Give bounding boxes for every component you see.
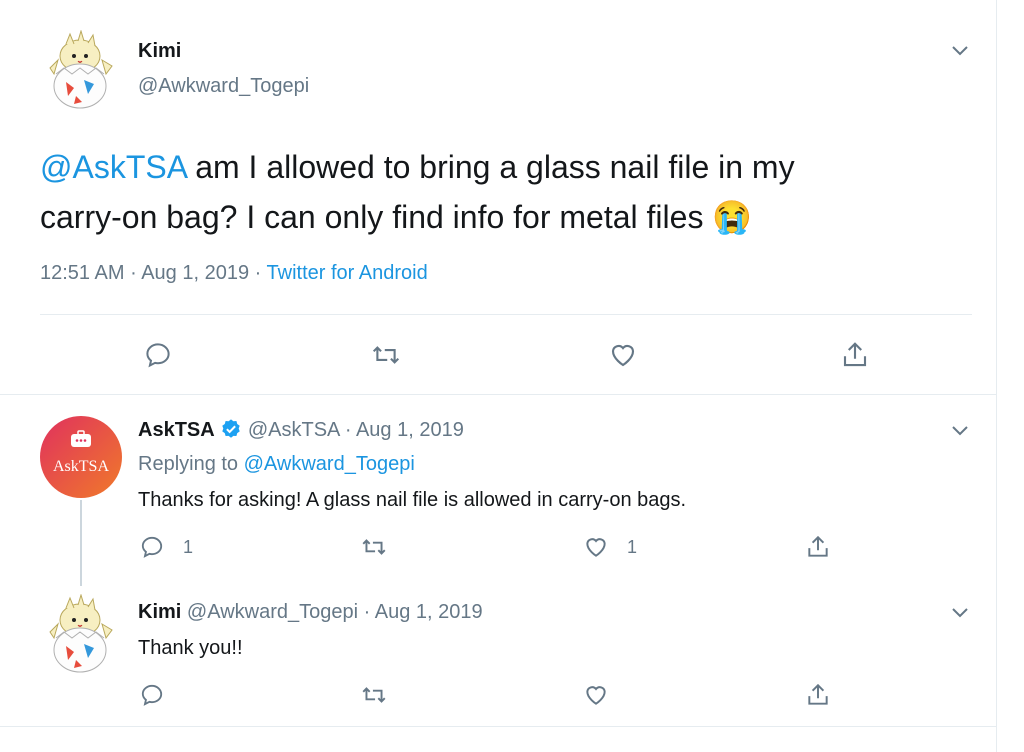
- reply-icon: [146, 343, 170, 368]
- reply2-text: Thank you!!: [138, 637, 243, 659]
- share-icon: [808, 683, 828, 705]
- main-divider: [40, 314, 972, 315]
- reply2-date[interactable]: Aug 1, 2019: [375, 601, 483, 623]
- like-button[interactable]: [608, 340, 638, 370]
- retweet-icon: [362, 539, 386, 555]
- replying-to-link[interactable]: @Awkward_Togepi: [244, 453, 415, 475]
- reply1-display-name[interactable]: AskTSA: [138, 419, 215, 441]
- reply2-reply-button[interactable]: [139, 682, 165, 708]
- retweet-button[interactable]: [370, 340, 402, 370]
- reply1-header: AskTSA @AskTSA · Aug 1, 2019: [138, 419, 464, 441]
- tweet-meta: 12:51 AM · Aug 1, 2019 · Twitter for And…: [40, 262, 428, 284]
- reply2-share-button[interactable]: [805, 682, 831, 708]
- reply1-date[interactable]: Aug 1, 2019: [356, 419, 464, 441]
- reply1-reply-button[interactable]: 1: [139, 534, 193, 560]
- reply2-like-button[interactable]: [583, 682, 609, 708]
- reply1-retweet-button[interactable]: [360, 534, 388, 560]
- reply2-retweet-button[interactable]: [360, 682, 388, 708]
- main-tweet-line2: carry-on bag? I can only find info for m…: [40, 199, 753, 235]
- chevron-down-icon[interactable]: [948, 418, 972, 442]
- share-icon: [808, 535, 828, 557]
- retweet-icon: [372, 346, 400, 364]
- reply-button[interactable]: [143, 340, 173, 370]
- reply1-text: Thanks for asking! A glass nail file is …: [138, 489, 687, 511]
- reply-icon: [141, 536, 163, 558]
- reply1-like-count: 1: [627, 536, 638, 557]
- bottom-divider: [0, 726, 996, 727]
- chevron-down-icon[interactable]: [948, 38, 972, 62]
- tweet-date[interactable]: Aug 1, 2019: [141, 262, 249, 284]
- kimi-avatar[interactable]: [40, 30, 120, 110]
- reply2-header: Kimi @Awkward_Togepi · Aug 1, 2019: [138, 601, 483, 623]
- timeline-border: [996, 0, 997, 752]
- togepi-icon: [49, 594, 113, 673]
- retweet-icon: [362, 687, 386, 703]
- reply-icon: [141, 684, 163, 706]
- main-handle[interactable]: @Awkward_Togepi: [138, 75, 309, 98]
- reply1-like-button[interactable]: 1: [583, 534, 637, 560]
- main-tweet-text: @AskTSA am I allowed to bring a glass na…: [40, 142, 940, 242]
- reply2-display-name[interactable]: Kimi: [138, 601, 181, 623]
- main-tweet-line1: @AskTSA am I allowed to bring a glass na…: [40, 149, 795, 185]
- tweet-time[interactable]: 12:51 AM: [40, 262, 125, 284]
- kimi-avatar[interactable]: [40, 594, 120, 674]
- share-icon: [843, 342, 867, 367]
- reply1-replying-to: Replying to @Awkward_Togepi: [138, 453, 415, 475]
- reply1-handle[interactable]: @AskTSA: [248, 419, 339, 441]
- section-divider: [0, 394, 996, 395]
- asktsa-avatar[interactable]: AskTSA: [40, 416, 122, 498]
- reply1-share-button[interactable]: [805, 534, 831, 560]
- chevron-down-icon[interactable]: [948, 600, 972, 624]
- share-button[interactable]: [840, 340, 870, 370]
- mention-link[interactable]: @AskTSA: [40, 149, 186, 185]
- thread-connector: [80, 500, 82, 586]
- main-display-name[interactable]: Kimi: [138, 40, 181, 63]
- reply2-handle[interactable]: @Awkward_Togepi: [187, 601, 358, 623]
- heart-icon: [586, 538, 606, 557]
- asktsa-avatar-label: AskTSA: [52, 458, 109, 475]
- verified-badge-icon: [222, 419, 240, 438]
- togepi-icon: [49, 30, 113, 109]
- heart-icon: [586, 686, 606, 705]
- crying-emoji: 😭: [712, 199, 753, 235]
- reply1-reply-count: 1: [183, 536, 194, 557]
- chat-bubble-icon: [71, 430, 91, 447]
- heart-icon: [611, 345, 635, 367]
- tweet-source-link[interactable]: Twitter for Android: [267, 262, 428, 284]
